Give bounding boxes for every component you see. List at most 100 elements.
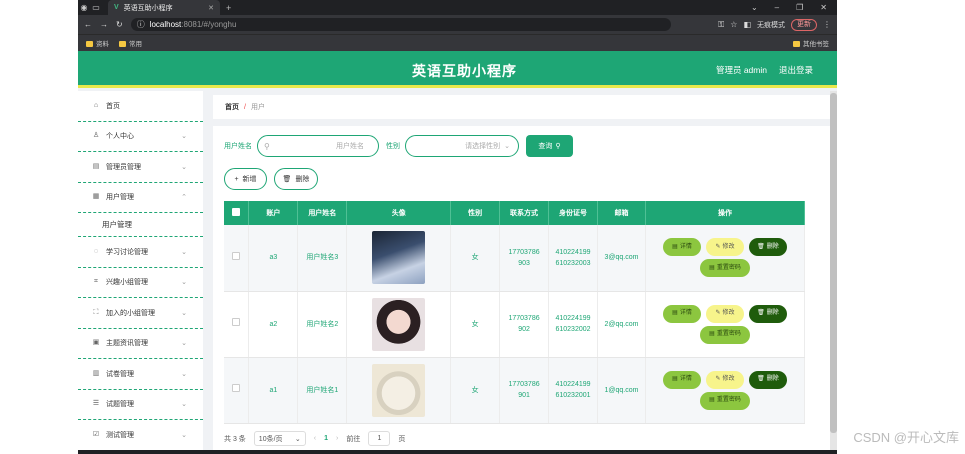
- pencil-icon: ✎: [715, 243, 721, 250]
- menu-icon[interactable]: ⋮: [823, 20, 831, 29]
- sidebar-item-users[interactable]: ▦ 用户管理 ⌃: [78, 183, 203, 213]
- row-actions: ▤ 详情 ✎ 修改 🗑 删除 ▤ 重置密码: [650, 304, 800, 344]
- minimize-icon[interactable]: –: [775, 3, 779, 12]
- sidebar-item-label: 试题管理: [106, 401, 134, 409]
- page-size-select[interactable]: 10条/页 ⌄: [253, 431, 306, 446]
- sidebar-item-label: 试卷管理: [106, 370, 134, 378]
- name-search-input[interactable]: ⚲ 用户姓名: [257, 135, 379, 157]
- gender-placeholder: 请选择性别: [465, 143, 501, 150]
- scrollbar-thumb[interactable]: [830, 93, 837, 433]
- close-window-icon[interactable]: ✕: [820, 3, 827, 12]
- batch-delete-button[interactable]: 🗑 删除: [274, 168, 318, 190]
- goto-page-value: 1: [377, 435, 382, 442]
- sidepanel-icon[interactable]: ◧: [743, 20, 751, 29]
- bookmark-label: 其他书签: [803, 41, 829, 48]
- doc-icon: ▤: [672, 376, 678, 382]
- close-tab-icon[interactable]: ✕: [208, 4, 214, 12]
- incognito-label[interactable]: 无痕模式: [757, 20, 785, 30]
- col-email: 邮箱: [597, 201, 646, 225]
- sidebar-item-profile[interactable]: ♙ 个人中心 ⌄: [78, 122, 203, 152]
- doc-icon: ▤: [672, 310, 678, 316]
- sidebar-item-papers[interactable]: ▥ 试卷管理 ⌄: [78, 359, 203, 390]
- reload-icon[interactable]: ↻: [116, 20, 123, 29]
- logout-link[interactable]: 退出登录: [779, 64, 813, 76]
- sidebar-subitem-users[interactable]: 用户管理: [78, 213, 203, 237]
- row-select[interactable]: [224, 357, 250, 424]
- browser-tab[interactable]: V 英语互助小程序 ✕: [108, 0, 220, 15]
- delete-button[interactable]: 🗑 删除: [748, 238, 787, 257]
- chevron-down-icon[interactable]: ⌄: [751, 3, 758, 12]
- row-select[interactable]: [224, 225, 250, 292]
- idcard-text: 410224199610232002: [555, 315, 591, 333]
- update-button[interactable]: 更新: [791, 18, 817, 31]
- page-number[interactable]: 1: [324, 435, 328, 442]
- cell-name: 用户姓名2: [297, 291, 348, 358]
- cell-account: a2: [248, 291, 299, 358]
- cell-phone: 17703786901: [499, 357, 550, 424]
- sidebar-item-news[interactable]: ▣ 主题资讯管理 ⌄: [78, 329, 203, 359]
- row-checkbox[interactable]: [232, 384, 241, 392]
- back-icon[interactable]: ←: [84, 20, 92, 29]
- delete-button-label: 删除: [295, 176, 310, 183]
- select-all-checkbox[interactable]: [232, 208, 241, 216]
- star-icon[interactable]: ☆: [730, 20, 737, 29]
- view-button[interactable]: ▤ 详情: [662, 238, 701, 257]
- bookmark-folder-1[interactable]: 资料: [86, 38, 109, 48]
- gender-filter-label: 性别: [386, 143, 400, 150]
- tab-title: 英语互助小程序: [123, 4, 173, 12]
- reset-password-button[interactable]: ▤ 重置密码: [699, 391, 750, 410]
- reset-password-button[interactable]: ▤ 重置密码: [699, 325, 750, 344]
- sidebar-item-tests[interactable]: ☑ 测试管理 ⌄: [78, 420, 203, 451]
- row-actions: ▤ 详情 ✎ 修改 🗑 删除 ▤ 重置密码: [650, 370, 800, 410]
- idcard-text: 410224199610232003: [555, 248, 591, 267]
- new-tab-button[interactable]: +: [226, 3, 231, 13]
- breadcrumb-home[interactable]: 首页: [225, 102, 239, 112]
- edit-button[interactable]: ✎ 修改: [705, 370, 744, 389]
- cell-avatar: [346, 225, 452, 292]
- sidebar-item-groups[interactable]: ⌗ 兴趣小组管理 ⌄: [78, 268, 203, 298]
- row-checkbox[interactable]: [232, 318, 241, 326]
- goto-page-input[interactable]: 1: [368, 431, 391, 446]
- row-checkbox[interactable]: [232, 251, 241, 260]
- test-icon: ☑: [92, 430, 100, 438]
- row-actions: ▤ 详情 ✎ 修改 🗑 删除 ▤ 重置密码: [650, 238, 800, 278]
- admin-icon: ▤: [92, 162, 100, 170]
- delete-label: 删除: [766, 376, 779, 382]
- sidebar-item-questions[interactable]: ☰ 试题管理 ⌄: [78, 390, 203, 420]
- url-field[interactable]: ⓘ localhost:8081/#/yonghu: [130, 18, 671, 31]
- next-page-icon[interactable]: ›: [336, 435, 338, 442]
- sidebar-item-home[interactable]: ⌂ 首页: [78, 91, 203, 122]
- sidebar-item-discussion[interactable]: ◌ 学习讨论管理 ⌄: [78, 237, 203, 268]
- bookmark-folder-2[interactable]: 常用: [119, 38, 142, 48]
- sidebar-item-label: 管理员管理: [106, 163, 141, 171]
- cell-phone: 17703786903: [499, 225, 550, 292]
- edit-button[interactable]: ✎ 修改: [705, 304, 744, 323]
- delete-button[interactable]: 🗑 删除: [748, 370, 787, 389]
- breadcrumb-separator: /: [244, 103, 246, 111]
- col-account: 账户: [248, 201, 299, 225]
- sidebar-item-admins[interactable]: ▤ 管理员管理 ⌄: [78, 152, 203, 183]
- doc-icon: ▤: [709, 397, 715, 403]
- sidebar-item-joined-groups[interactable]: ⛶ 加入的小组管理 ⌄: [78, 298, 203, 329]
- prev-page-icon[interactable]: ‹: [314, 435, 316, 442]
- chevron-down-icon: ⌄: [181, 309, 187, 317]
- edit-button[interactable]: ✎ 修改: [705, 238, 744, 257]
- other-bookmarks[interactable]: 其他书签: [793, 38, 829, 48]
- select-all-header[interactable]: [224, 201, 250, 225]
- page-scrollbar[interactable]: [830, 91, 837, 454]
- row-select[interactable]: [224, 291, 250, 358]
- forward-icon[interactable]: →: [100, 20, 108, 29]
- search-button[interactable]: 查询 ⚲: [526, 135, 573, 157]
- chrome-icon[interactable]: ◉: [78, 3, 90, 12]
- reset-password-button[interactable]: ▤ 重置密码: [699, 259, 750, 278]
- view-button[interactable]: ▤ 详情: [662, 304, 701, 323]
- delete-button[interactable]: 🗑 删除: [748, 304, 787, 323]
- gender-select[interactable]: 请选择性别 ⌄: [405, 135, 519, 157]
- key-icon[interactable]: ⚿: [718, 20, 724, 30]
- search-icon: ⚲: [264, 141, 270, 151]
- add-button[interactable]: + 新增: [224, 168, 267, 190]
- chevron-down-icon: ⌄: [181, 133, 187, 141]
- restore-icon[interactable]: ❐: [796, 3, 803, 12]
- view-button[interactable]: ▤ 详情: [662, 370, 701, 389]
- tab-strip-icon[interactable]: ▭: [90, 3, 102, 12]
